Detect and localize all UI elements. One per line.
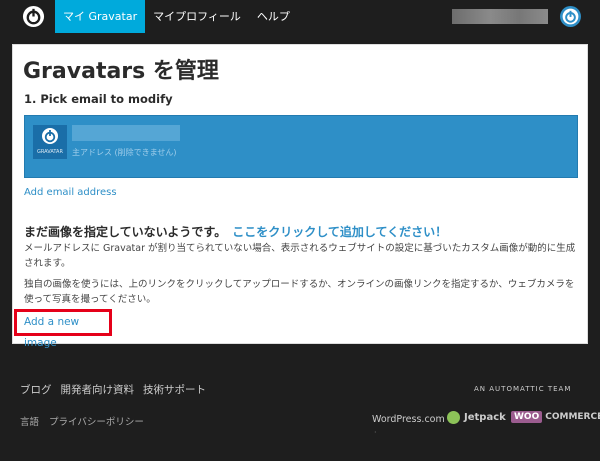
page-title: Gravatars を管理 [23, 59, 219, 84]
woocommerce-link[interactable]: WOO COMMERCE [511, 411, 600, 423]
gravatar-logo-icon[interactable] [22, 5, 45, 28]
footer-links-primary: ブログ 開発者向け資料 技術サポート [20, 382, 206, 397]
account-name-blurred[interactable] [452, 9, 548, 24]
badge-label: GRAVATAR [37, 149, 63, 155]
manage-gravatars-card: Gravatars を管理 1. Pick email to modify GR… [12, 44, 588, 349]
main-nav: マイ Gravatar マイプロフィール ヘルプ [55, 0, 298, 33]
nav-my-gravatar[interactable]: マイ Gravatar [55, 0, 146, 33]
step-heading: 1. Pick email to modify [24, 92, 173, 106]
email-card[interactable]: GRAVATAR 主アドレス (削除できません) [24, 115, 578, 178]
jetpack-link[interactable]: Jetpack [447, 411, 506, 424]
wordpress-link[interactable]: WordPress.com [372, 414, 445, 425]
gravatar-badge-icon: GRAVATAR [33, 125, 67, 159]
footer-dot: · [374, 428, 377, 437]
footer-language-link[interactable]: 言語 [20, 414, 39, 428]
footer-links-secondary: 言語 プライバシーポリシー [20, 414, 144, 428]
woo-logo-icon: WOO [511, 411, 543, 423]
add-image-cta-link[interactable]: ここをクリックして追加してください！ [232, 225, 447, 239]
footer-privacy-link[interactable]: プライバシーポリシー [49, 414, 144, 428]
gravatar-logo-icon [42, 128, 58, 144]
top-bar: マイ Gravatar マイプロフィール ヘルプ [0, 0, 600, 33]
footer-developers-link[interactable]: 開発者向け資料 [61, 382, 135, 397]
email-address-blurred [72, 125, 180, 141]
automattic-label[interactable]: AN AUTOMATTIC TEAM [474, 385, 571, 393]
nav-my-profile[interactable]: マイプロフィール [145, 0, 249, 33]
jetpack-label: Jetpack [464, 412, 506, 423]
footer-support-link[interactable]: 技術サポート [143, 382, 206, 397]
primary-address-label: 主アドレス (削除できません) [72, 148, 177, 157]
jetpack-icon [447, 411, 460, 424]
add-new-image-link[interactable]: Add a new image [14, 309, 112, 349]
no-image-text: まだ画像を指定していないようです。 [24, 225, 227, 239]
footer-blog-link[interactable]: ブログ [20, 382, 52, 397]
add-email-link[interactable]: Add email address [24, 187, 117, 198]
gravatar-avatar-icon[interactable] [560, 6, 581, 27]
instructions-text: 独自の画像を使うには、上のリンクをクリックしてアップロードするか、オンラインの画… [24, 279, 575, 305]
woocommerce-label: COMMERCE [545, 412, 600, 422]
description-text: メールアドレスに Gravatar が割り当てられていない場合、表示されるウェブ… [24, 243, 576, 269]
no-image-heading: まだ画像を指定していないようです。 ここをクリックして追加してください！ [24, 223, 447, 240]
nav-help[interactable]: ヘルプ [249, 0, 298, 33]
